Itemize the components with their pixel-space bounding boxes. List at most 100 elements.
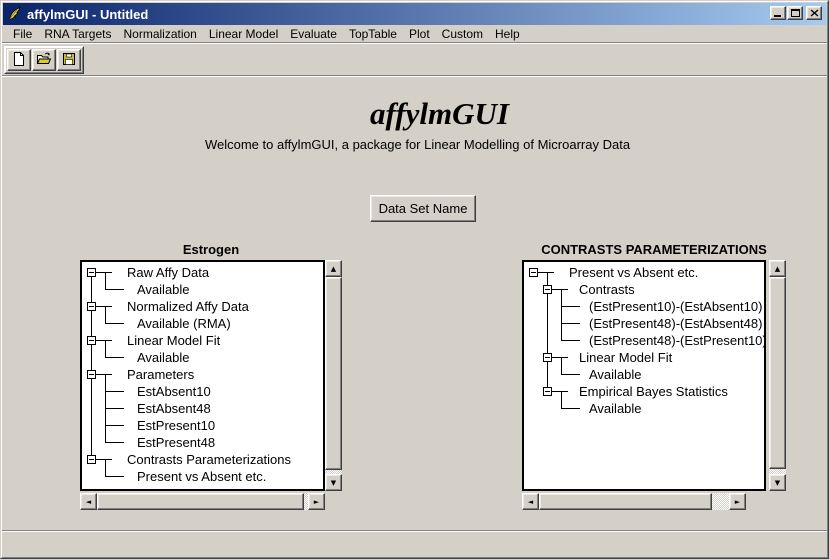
scroll-right-button[interactable]: ► — [729, 493, 746, 510]
tree-item[interactable]: Available (RMA) — [137, 315, 231, 332]
tree-connector-line — [105, 425, 124, 426]
expand-collapse-box[interactable] — [87, 268, 96, 277]
right-tree-vertical-scrollbar[interactable]: ▲ ▼ — [769, 260, 786, 491]
page-subtitle: Welcome to affylmGUI, a package for Line… — [3, 137, 829, 152]
tree-item[interactable]: Linear Model Fit — [127, 332, 220, 349]
tree-item[interactable]: Contrasts — [579, 281, 635, 298]
left-tree-header: Estrogen — [80, 242, 342, 257]
scroll-left-button[interactable]: ◄ — [80, 493, 97, 510]
expand-collapse-box[interactable] — [543, 387, 552, 396]
open-folder-button[interactable] — [32, 49, 56, 71]
maximize-button[interactable] — [787, 6, 803, 20]
tree-connector-line — [561, 323, 580, 324]
expand-collapse-box[interactable] — [543, 285, 552, 294]
maximize-icon — [791, 9, 800, 17]
menu-plot[interactable]: Plot — [403, 26, 436, 42]
tree-item[interactable]: Present vs Absent etc. — [569, 264, 698, 281]
scroll-left-button[interactable]: ◄ — [522, 493, 539, 510]
minus-icon — [531, 272, 536, 273]
menu-file[interactable]: File — [7, 26, 38, 42]
left-tree-horizontal-scrollbar[interactable]: ◄ ► — [80, 493, 325, 510]
scroll-down-button[interactable]: ▼ — [769, 474, 786, 491]
data-set-name-button[interactable]: Data Set Name — [370, 195, 476, 222]
tree-item[interactable]: EstPresent48 — [137, 434, 215, 451]
menu-toptable[interactable]: TopTable — [343, 26, 403, 42]
tree-connector-line — [561, 340, 580, 341]
minus-icon — [545, 289, 550, 290]
tree-item[interactable]: Contrasts Parameterizations — [127, 451, 291, 468]
menu-normalization[interactable]: Normalization — [118, 26, 203, 42]
minimize-button[interactable] — [770, 6, 786, 20]
right-tree-horizontal-scrollbar[interactable]: ◄ ► — [522, 493, 746, 510]
tree-connector-line — [96, 459, 112, 460]
contrasts-tree[interactable]: Present vs Absent etc.Contrasts(EstPrese… — [522, 260, 766, 491]
separator — [2, 42, 827, 44]
tree-item[interactable]: Normalized Affy Data — [127, 298, 249, 315]
expand-collapse-box[interactable] — [87, 336, 96, 345]
scroll-down-button[interactable]: ▼ — [325, 474, 342, 491]
scrollbar-thumb[interactable] — [539, 493, 712, 510]
tree-item[interactable]: Empirical Bayes Statistics — [579, 383, 728, 400]
expand-collapse-box[interactable] — [87, 455, 96, 464]
tree-item[interactable]: (EstPresent48)-(EstAbsent48) — [589, 315, 762, 332]
save-icon — [61, 51, 77, 70]
scroll-up-button[interactable]: ▲ — [769, 260, 786, 277]
tree-connector-line — [91, 272, 92, 460]
tree-item[interactable]: Available — [589, 400, 642, 417]
save-button[interactable] — [57, 49, 81, 71]
scroll-right-button[interactable]: ► — [308, 493, 325, 510]
scrollbar-track[interactable] — [769, 277, 786, 474]
expand-collapse-box[interactable] — [87, 370, 96, 379]
scrollbar-track[interactable] — [97, 493, 308, 510]
tree-item[interactable]: Present vs Absent etc. — [137, 468, 266, 485]
close-button[interactable] — [806, 6, 822, 20]
expand-collapse-box[interactable] — [529, 268, 538, 277]
left-tree-vertical-scrollbar[interactable]: ▲ ▼ — [325, 260, 342, 491]
tree-connector-line — [561, 306, 580, 307]
open-folder-icon — [36, 51, 52, 70]
tree-item[interactable]: (EstPresent48)-(EstPresent10) — [589, 332, 764, 349]
minus-icon — [89, 374, 94, 375]
tree-item[interactable]: Available — [589, 366, 642, 383]
tree-connector-line — [105, 340, 106, 358]
minus-icon — [89, 272, 94, 273]
minus-icon — [545, 391, 550, 392]
menubar: FileRNA TargetsNormalizationLinear Model… — [3, 25, 826, 42]
menu-custom[interactable]: Custom — [436, 26, 489, 42]
scrollbar-thumb[interactable] — [97, 493, 304, 510]
right-tree-header: CONTRASTS PARAMETERIZATIONS — [522, 242, 786, 257]
expand-collapse-box[interactable] — [87, 302, 96, 311]
expand-collapse-box[interactable] — [543, 353, 552, 362]
tree-connector-line — [561, 357, 562, 375]
tree-item[interactable]: (EstPresent10)-(EstAbsent10) — [589, 298, 762, 315]
tree-connector-line — [561, 289, 562, 341]
tree-connector-line — [561, 391, 562, 409]
new-document-button[interactable] — [7, 49, 31, 71]
tree-item[interactable]: EstAbsent10 — [137, 383, 211, 400]
menu-help[interactable]: Help — [489, 26, 526, 42]
menu-rna-targets[interactable]: RNA Targets — [38, 26, 117, 42]
menu-evaluate[interactable]: Evaluate — [284, 26, 343, 42]
tree-item[interactable]: Parameters — [127, 366, 194, 383]
tree-item[interactable]: EstPresent10 — [137, 417, 215, 434]
feather-icon — [7, 6, 23, 22]
tree-item[interactable]: Available — [137, 349, 190, 366]
titlebar[interactable]: affylmGUI - Untitled — [3, 3, 826, 25]
scrollbar-track[interactable] — [325, 277, 342, 474]
tree-connector-line — [552, 357, 568, 358]
scroll-up-button[interactable]: ▲ — [325, 260, 342, 277]
tree-connector-line — [96, 272, 112, 273]
scrollbar-thumb[interactable] — [325, 277, 342, 470]
tree-item[interactable]: EstAbsent48 — [137, 400, 211, 417]
tree-item[interactable]: Raw Affy Data — [127, 264, 209, 281]
tree-connector-line — [552, 289, 568, 290]
tree-connector-line — [561, 408, 580, 409]
tree-item[interactable]: Linear Model Fit — [579, 349, 672, 366]
estrogen-tree[interactable]: Raw Affy DataAvailableNormalized Affy Da… — [80, 260, 325, 491]
scrollbar-track[interactable] — [539, 493, 729, 510]
tree-item[interactable]: Available — [137, 281, 190, 298]
menu-linear-model[interactable]: Linear Model — [203, 26, 284, 42]
separator — [2, 75, 827, 77]
tree-connector-line — [105, 408, 124, 409]
scrollbar-thumb[interactable] — [769, 277, 786, 469]
